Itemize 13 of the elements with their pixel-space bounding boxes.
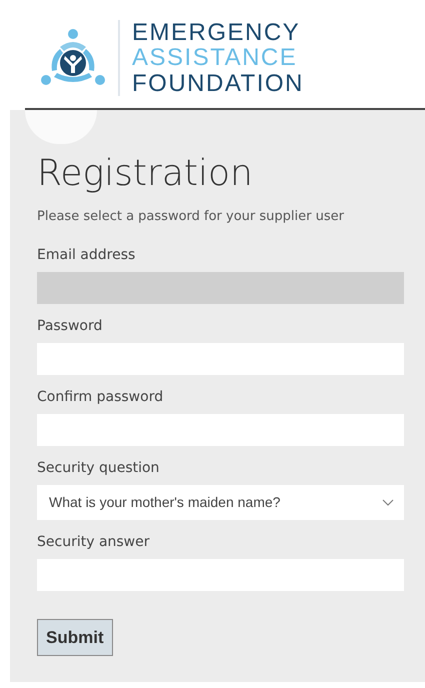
chevron-down-icon (382, 498, 394, 506)
security-question-select[interactable]: What is your mother's maiden name? (37, 484, 404, 520)
field-label: Password (37, 316, 104, 336)
field-label: Email address (37, 246, 136, 265)
submit-button[interactable]: Submit (37, 618, 113, 656)
page-title: Registration (37, 152, 253, 196)
logo-text-line: EMERGENCY (132, 20, 302, 46)
logo-text-line: FOUNDATION (132, 70, 304, 96)
field-label: Confirm password (37, 388, 164, 407)
instruction-text: Please select a password for your supplier user (37, 208, 345, 226)
field-label: Security answer (37, 532, 151, 552)
logo-text-line: ASSISTANCE (132, 45, 298, 71)
field-label: Security question (37, 458, 160, 478)
